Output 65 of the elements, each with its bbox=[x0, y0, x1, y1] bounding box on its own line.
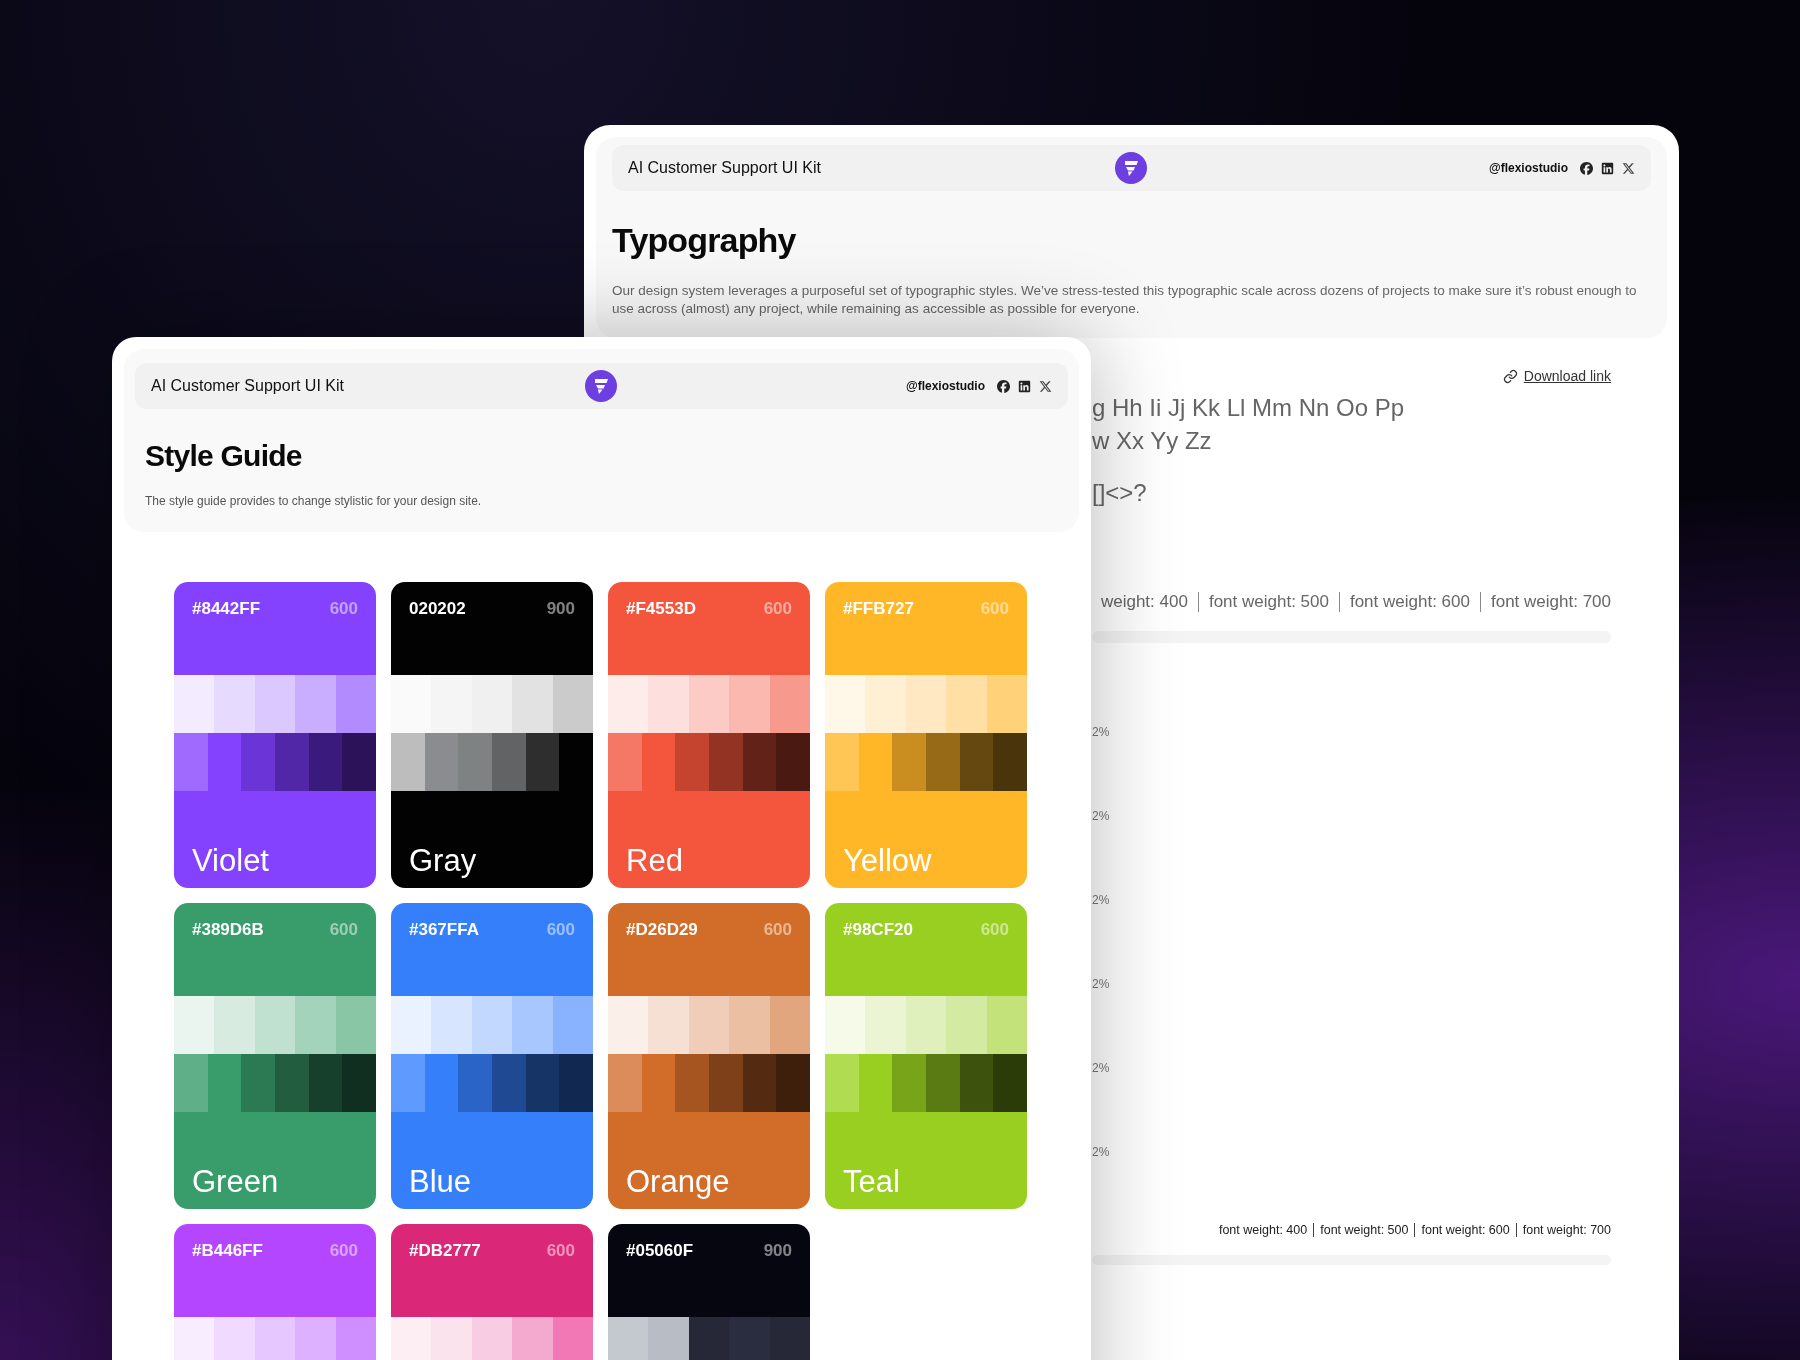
weight-label: font weight: 600 bbox=[1349, 591, 1470, 613]
linkedin-icon[interactable] bbox=[1018, 379, 1031, 393]
weight-label: font weight: 400 bbox=[1218, 1221, 1308, 1239]
hex-code: 020202 bbox=[409, 598, 466, 620]
page-title: Style Guide bbox=[145, 438, 303, 474]
weight-label: font weight: 500 bbox=[1208, 591, 1329, 613]
hex-code: #B446FF bbox=[192, 1240, 263, 1262]
page-description: The style guide provides to change stylistic for your design site. bbox=[145, 493, 483, 510]
weight-number: 600 bbox=[763, 919, 792, 941]
link-icon bbox=[1502, 369, 1518, 384]
page-description: Our design system leverages a purposeful set of typographic styles. We’ve stress-tested this typographic scale across dozens of projects to make sure it’s robust enough to use across (almost) any project, while remaining as accessible as possible for everyone. bbox=[612, 282, 1638, 318]
handle-text: @flexiostudio bbox=[905, 378, 985, 395]
color-name: Teal bbox=[843, 1166, 900, 1197]
weight-label: font weight: 500 bbox=[1320, 1221, 1409, 1239]
hex-code: #DB2777 bbox=[409, 1240, 481, 1262]
hex-code: #05060F bbox=[626, 1240, 694, 1262]
hex-code: #F4553D bbox=[626, 598, 696, 620]
weight-number: 600 bbox=[329, 598, 358, 620]
percentage-label: 2% bbox=[1092, 1060, 1111, 1075]
weight-number: 600 bbox=[546, 919, 575, 941]
weight-number: 600 bbox=[329, 919, 358, 941]
percentage-label: 2% bbox=[1092, 808, 1111, 823]
weight-number: 600 bbox=[329, 1240, 358, 1262]
hex-code: #98CF20 bbox=[843, 919, 913, 941]
weight-number: 600 bbox=[980, 919, 1009, 941]
symbol-sample: []<>? bbox=[1092, 478, 1148, 508]
percentage-label: 2% bbox=[1092, 724, 1111, 739]
color-name: Blue bbox=[409, 1166, 472, 1197]
alphabet-sample: g Hh Ii Jj Kk Ll Mm Nn Oo Pp bbox=[1092, 393, 1406, 423]
percentage-label: 2% bbox=[1092, 892, 1111, 907]
x-icon[interactable] bbox=[1622, 161, 1635, 175]
color-name: Orange bbox=[626, 1166, 730, 1197]
download-link[interactable]: Download link bbox=[1502, 366, 1611, 387]
weight-label: weight: 400 bbox=[1100, 591, 1188, 613]
weight-label: font weight: 700 bbox=[1490, 591, 1611, 613]
kit-title: AI Customer Support UI Kit bbox=[628, 158, 822, 178]
hex-code: #D26D29 bbox=[626, 919, 698, 941]
weight-label: font weight: 600 bbox=[1421, 1221, 1510, 1239]
color-name: Yellow bbox=[843, 845, 932, 876]
logo-icon bbox=[1115, 152, 1148, 184]
color-name: Gray bbox=[409, 845, 477, 876]
weight-number: 600 bbox=[980, 598, 1009, 620]
logo-icon bbox=[585, 370, 618, 402]
weight-label: font weight: 700 bbox=[1522, 1221, 1611, 1239]
x-icon[interactable] bbox=[1039, 379, 1052, 393]
kit-title: AI Customer Support UI Kit bbox=[151, 376, 345, 396]
color-name: Violet bbox=[192, 845, 269, 876]
weight-number: 600 bbox=[763, 598, 792, 620]
page-title: Typography bbox=[612, 220, 797, 261]
handle-text: @flexiostudio bbox=[1488, 160, 1568, 177]
hex-code: #367FFA bbox=[409, 919, 479, 941]
weight-number: 900 bbox=[546, 598, 575, 620]
weight-number: 600 bbox=[546, 1240, 575, 1262]
percentage-label: 2% bbox=[1092, 1144, 1111, 1159]
hex-code: #FFB727 bbox=[843, 598, 914, 620]
facebook-icon[interactable] bbox=[997, 379, 1010, 393]
color-name: Green bbox=[192, 1166, 279, 1197]
hex-code: #389D6B bbox=[192, 919, 264, 941]
weight-number: 900 bbox=[763, 1240, 792, 1262]
facebook-icon[interactable] bbox=[1580, 161, 1593, 175]
percentage-label: 2% bbox=[1092, 976, 1111, 991]
alphabet-sample: w Xx Yy Zz bbox=[1092, 426, 1213, 456]
color-name: Red bbox=[626, 845, 683, 876]
hex-code: #8442FF bbox=[192, 598, 261, 620]
linkedin-icon[interactable] bbox=[1601, 161, 1614, 175]
